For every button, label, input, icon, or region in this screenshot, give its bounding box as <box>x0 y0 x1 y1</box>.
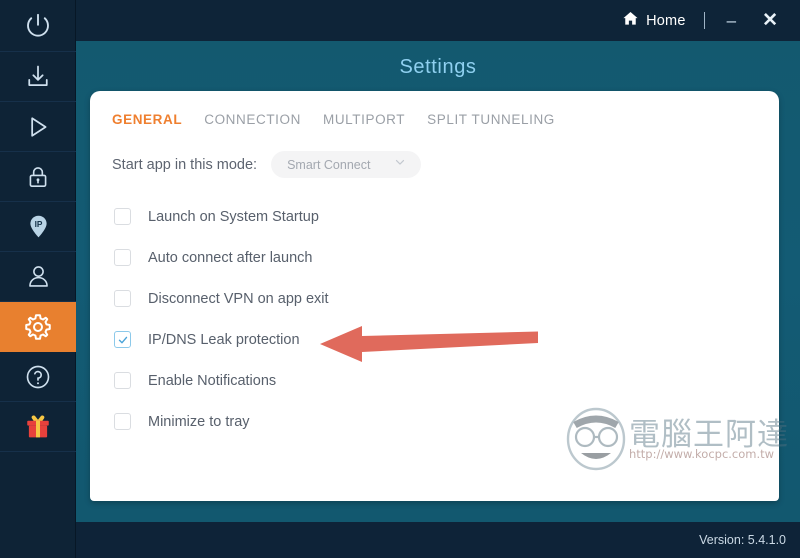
footer-bar: Version: 5.4.1.0 <box>76 522 800 558</box>
sidebar-item-power[interactable] <box>0 0 76 52</box>
play-icon <box>24 113 52 141</box>
start-mode-row: Start app in this mode: Smart Connect <box>90 131 779 178</box>
option-auto-connect[interactable]: Auto connect after launch <box>114 237 779 278</box>
lock-icon <box>25 164 51 190</box>
user-icon <box>25 263 52 290</box>
chevron-down-icon <box>393 155 407 174</box>
version-label: Version: 5.4.1.0 <box>699 533 786 547</box>
option-ip-dns-leak-protection[interactable]: IP/DNS Leak protection <box>114 319 779 360</box>
tab-connection[interactable]: CONNECTION <box>204 112 301 131</box>
checkbox-unchecked[interactable] <box>114 249 131 266</box>
start-mode-label: Start app in this mode: <box>112 156 258 173</box>
watermark-url: http://www.kocpc.com.tw <box>629 447 775 461</box>
home-button[interactable]: Home <box>622 10 685 31</box>
sidebar-item-lock[interactable] <box>0 152 76 202</box>
option-label: IP/DNS Leak protection <box>148 331 300 348</box>
gear-icon <box>23 312 53 342</box>
power-icon <box>23 11 53 41</box>
settings-tabs: GENERAL CONNECTION MULTIPORT SPLIT TUNNE… <box>90 91 779 131</box>
checkbox-checked[interactable] <box>114 331 131 348</box>
tab-multiport[interactable]: MULTIPORT <box>323 112 405 131</box>
gift-icon <box>23 412 53 442</box>
sidebar-item-play[interactable] <box>0 102 76 152</box>
vpn-app-window: IP Home – ✕ Settings GENERAL CONNECTION … <box>0 0 800 558</box>
option-enable-notifications[interactable]: Enable Notifications <box>114 360 779 401</box>
options-list: Launch on System Startup Auto connect af… <box>90 178 779 442</box>
tab-general[interactable]: GENERAL <box>112 112 182 131</box>
sidebar-item-help[interactable] <box>0 352 76 402</box>
svg-text:IP: IP <box>34 219 42 229</box>
checkbox-unchecked[interactable] <box>114 208 131 225</box>
option-minimize-to-tray[interactable]: Minimize to tray <box>114 401 779 442</box>
title-bar: Home – ✕ <box>76 0 800 41</box>
option-label: Auto connect after launch <box>148 249 313 266</box>
checkbox-unchecked[interactable] <box>114 372 131 389</box>
sidebar-item-download[interactable] <box>0 52 76 102</box>
page-title: Settings <box>399 56 477 78</box>
help-icon <box>24 363 52 391</box>
start-mode-select[interactable]: Smart Connect <box>271 151 422 178</box>
option-disconnect-on-exit[interactable]: Disconnect VPN on app exit <box>114 278 779 319</box>
ip-pin-icon: IP <box>25 213 52 240</box>
sidebar: IP <box>0 0 76 558</box>
download-icon <box>24 63 52 91</box>
main-body: Settings GENERAL CONNECTION MULTIPORT SP… <box>76 41 800 558</box>
checkbox-unchecked[interactable] <box>114 413 131 430</box>
option-launch-on-startup[interactable]: Launch on System Startup <box>114 196 779 237</box>
tab-split-tunneling[interactable]: SPLIT TUNNELING <box>427 112 555 131</box>
close-button[interactable]: ✕ <box>756 9 784 32</box>
minimize-button[interactable]: – <box>721 10 742 31</box>
option-label: Launch on System Startup <box>148 208 319 225</box>
sidebar-item-settings[interactable] <box>0 302 76 352</box>
home-label: Home <box>646 12 686 29</box>
start-mode-value: Smart Connect <box>287 157 371 172</box>
option-label: Enable Notifications <box>148 372 277 389</box>
settings-card: GENERAL CONNECTION MULTIPORT SPLIT TUNNE… <box>90 91 788 501</box>
option-label: Minimize to tray <box>148 413 250 430</box>
sidebar-item-gift[interactable] <box>0 402 76 452</box>
option-label: Disconnect VPN on app exit <box>148 290 329 307</box>
home-icon <box>622 10 639 31</box>
sidebar-item-account[interactable] <box>0 252 76 302</box>
titlebar-divider <box>703 12 705 29</box>
sidebar-item-ip-location[interactable]: IP <box>0 202 76 252</box>
checkbox-unchecked[interactable] <box>114 290 131 307</box>
